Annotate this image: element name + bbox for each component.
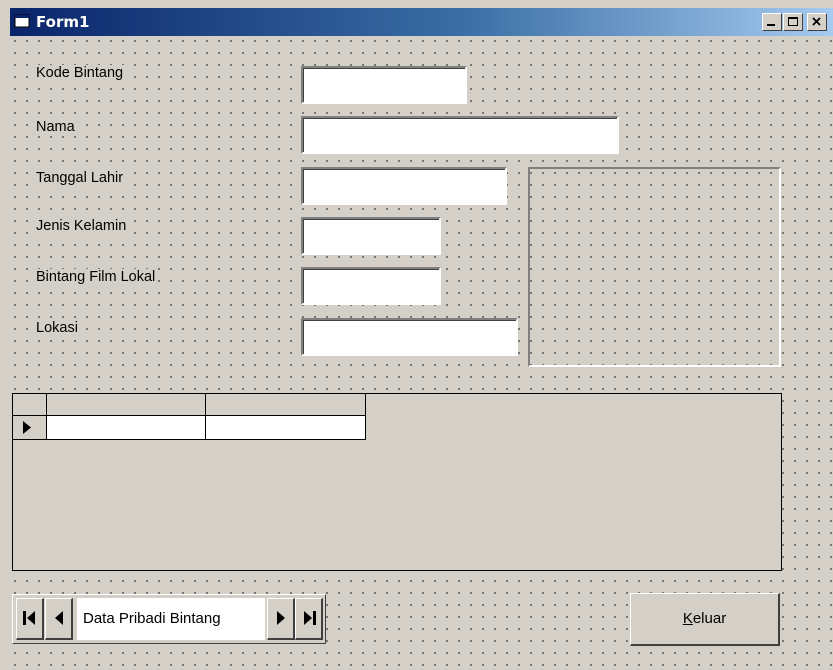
first-record-button[interactable] — [16, 598, 44, 640]
data-control: Data Pribadi Bintang — [12, 594, 326, 644]
keluar-label: eluar — [692, 610, 727, 627]
previous-record-icon — [55, 611, 63, 625]
form-client-area: Kode Bintang Nama Tanggal Lahir Jenis Ke… — [10, 36, 833, 670]
keluar-accelerator: K — [682, 610, 693, 627]
minimize-button[interactable] — [762, 13, 782, 31]
label-jenis-kelamin: Jenis Kelamin — [34, 218, 129, 234]
grid-cell[interactable] — [47, 416, 206, 440]
bintang-film-lokal-field[interactable] — [301, 267, 441, 305]
label-nama: Nama — [34, 119, 77, 135]
last-record-icon — [304, 611, 316, 625]
lokasi-field[interactable] — [301, 318, 518, 356]
title-bar[interactable]: Form1 — [10, 8, 833, 36]
data-grid[interactable] — [12, 393, 782, 571]
photo-image-box — [528, 167, 781, 367]
grid-corner-header — [13, 394, 47, 416]
maximize-icon — [788, 17, 798, 26]
form-icon — [14, 14, 30, 28]
grid-cell[interactable] — [206, 416, 366, 440]
record-pointer-icon — [23, 421, 31, 434]
keluar-button[interactable]: Keluar — [630, 593, 780, 646]
close-icon — [812, 17, 821, 26]
previous-record-button[interactable] — [45, 598, 73, 640]
label-lokasi: Lokasi — [34, 320, 80, 336]
next-record-icon — [277, 611, 285, 625]
label-kode-bintang: Kode Bintang — [34, 65, 126, 81]
tanggal-lahir-field[interactable] — [301, 167, 507, 205]
nama-field[interactable] — [301, 116, 619, 154]
first-record-icon — [23, 611, 35, 625]
window-title: Form1 — [36, 13, 90, 31]
next-record-button[interactable] — [267, 598, 295, 640]
grid-column-header[interactable] — [206, 394, 366, 416]
grid-row-selector[interactable] — [13, 416, 47, 440]
jenis-kelamin-field[interactable] — [301, 217, 441, 255]
label-bintang-film-lokal: Bintang Film Lokal — [34, 269, 158, 285]
last-record-button[interactable] — [295, 598, 323, 640]
maximize-button[interactable] — [783, 13, 803, 31]
form-window: Form1 Kode Bintang Nama Tanggal Lahir Je… — [0, 0, 833, 670]
close-button[interactable] — [807, 13, 827, 31]
kode-bintang-field[interactable] — [301, 66, 467, 104]
label-tanggal-lahir: Tanggal Lahir — [34, 170, 126, 186]
minimize-icon — [767, 24, 775, 26]
grid-column-header[interactable] — [47, 394, 206, 416]
data-control-caption: Data Pribadi Bintang — [77, 598, 265, 640]
